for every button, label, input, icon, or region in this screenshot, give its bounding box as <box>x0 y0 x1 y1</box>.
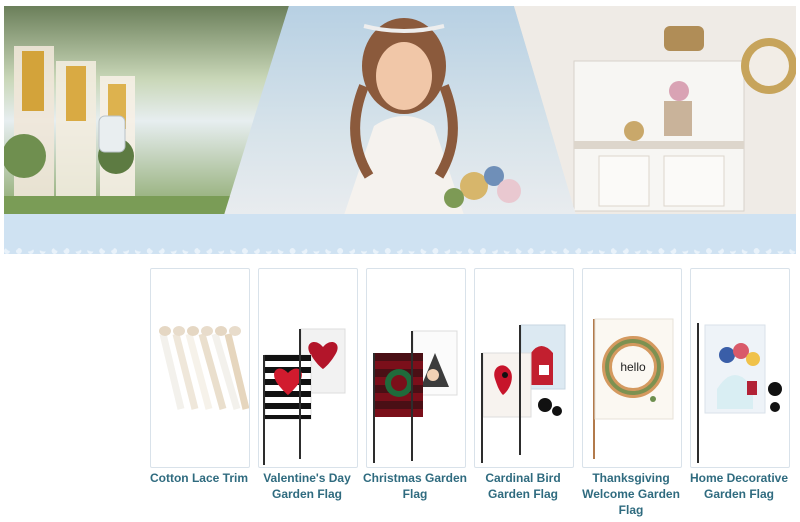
hello-text: hello <box>620 360 646 374</box>
product-tile-cardinal-bird-garden-flag[interactable] <box>474 268 574 468</box>
home-decorative-flag-image <box>697 323 782 463</box>
valentines-flag-image <box>263 328 346 465</box>
product-tile-thanksgiving-welcome-garden-flag[interactable]: hello <box>582 268 682 468</box>
thanksgiving-flag-image: hello <box>593 318 674 459</box>
product-label-cardinal-bird-garden-flag[interactable]: Cardinal Bird Garden Flag <box>468 470 578 502</box>
product-label-christmas-garden-flag[interactable]: Christmas Garden Flag <box>360 470 470 502</box>
cardinal-flag-image <box>481 324 566 463</box>
product-tile-cotton-lace-trim[interactable] <box>150 268 250 468</box>
hero-banner <box>4 6 796 215</box>
product-label-home-decorative-garden-flag[interactable]: Home Decorative Garden Flag <box>684 470 794 502</box>
cotton-lace-trim-image <box>159 326 249 410</box>
product-tile-valentines-day-garden-flag[interactable] <box>258 268 358 468</box>
product-tile-christmas-garden-flag[interactable] <box>366 268 466 468</box>
christmas-flag-image <box>373 330 458 463</box>
lace-divider <box>4 214 796 254</box>
product-tile-home-decorative-garden-flag[interactable] <box>690 268 790 468</box>
product-label-thanksgiving-welcome-garden-flag[interactable]: Thanksgiving Welcome Garden Flag <box>576 470 686 518</box>
lace-scallop <box>4 244 796 254</box>
product-label-valentines-day-garden-flag[interactable]: Valentine's Day Garden Flag <box>252 470 362 502</box>
product-label-cotton-lace-trim[interactable]: Cotton Lace Trim <box>144 470 254 486</box>
